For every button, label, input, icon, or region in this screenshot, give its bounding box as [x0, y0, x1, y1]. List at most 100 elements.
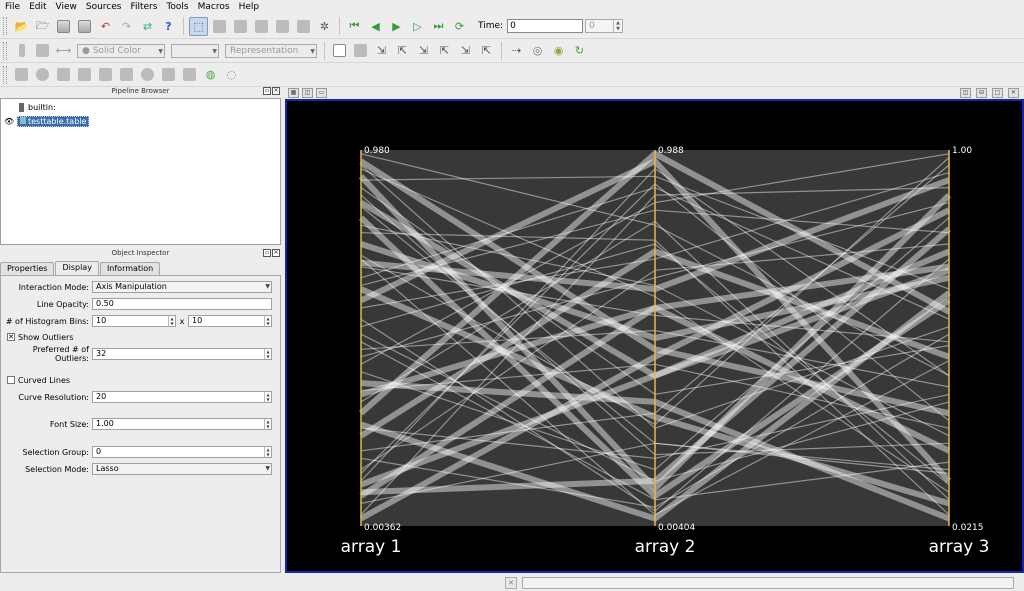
reset-camera-icon[interactable]	[330, 41, 349, 60]
tab-properties[interactable]: Properties	[0, 262, 55, 275]
curve-resolution-field[interactable]: 20 ▲ ▼	[92, 391, 272, 403]
extract-subset-icon[interactable]	[117, 65, 136, 84]
rotate-icon[interactable]: ⇢	[507, 41, 526, 60]
pipeline-tree[interactable]: builtin: 👁 testtable.table	[0, 98, 281, 245]
line-opacity-field[interactable]: 0.50	[92, 298, 272, 310]
menu-tools[interactable]: Tools	[161, 2, 192, 12]
split-horizontal-icon[interactable]: ◫	[960, 88, 971, 98]
load-state-icon[interactable]	[75, 17, 94, 36]
toolbar-grip[interactable]	[3, 65, 7, 84]
threshold-icon[interactable]	[96, 65, 115, 84]
close-view-icon[interactable]: ✕	[1008, 88, 1019, 98]
close-panel-icon[interactable]: ✕	[272, 249, 280, 257]
clip-icon[interactable]	[54, 65, 73, 84]
warp-icon[interactable]	[180, 65, 199, 84]
menu-macros[interactable]: Macros	[193, 2, 234, 12]
calculator-icon[interactable]	[12, 65, 31, 84]
view-plus-x-icon[interactable]: ⇲	[372, 41, 391, 60]
edit-color-map-icon[interactable]	[33, 41, 52, 60]
color-legend-icon[interactable]	[12, 41, 31, 60]
timestep-spinner[interactable]: 0 ▲ ▼	[585, 19, 624, 33]
spinner-arrows-icon[interactable]: ▲ ▼	[264, 419, 271, 429]
capture-icon[interactable]: ▭	[316, 88, 327, 98]
spinner-arrows-icon[interactable]: ▲ ▼	[613, 20, 622, 32]
spinner-arrows-icon[interactable]: ▲ ▼	[264, 349, 271, 359]
interaction-mode-select[interactable]: Axis Manipulation ▼	[92, 281, 272, 293]
view-settings-icon[interactable]: ▦	[288, 88, 299, 98]
histogram-bins-y-field[interactable]: 10 ▲ ▼	[188, 315, 272, 327]
eye-icon[interactable]: 👁	[4, 117, 16, 126]
pipeline-item[interactable]: 👁 testtable.table	[4, 115, 90, 127]
color-by-select[interactable]: ● Solid Color ▼	[77, 43, 165, 58]
first-frame-icon[interactable]: ⏮	[345, 17, 364, 36]
slice-icon[interactable]	[75, 65, 94, 84]
menu-file[interactable]: File	[0, 2, 24, 12]
save-state-icon[interactable]	[54, 17, 73, 36]
connect-server-icon[interactable]: ⇄	[138, 17, 157, 36]
font-size-field[interactable]: 1.00 ▲ ▼	[92, 418, 272, 430]
loop-icon[interactable]: ⟳	[450, 17, 469, 36]
stream-tracer-icon[interactable]	[159, 65, 178, 84]
pipeline-root[interactable]: builtin:	[19, 101, 56, 113]
zoom-to-data-icon[interactable]	[351, 41, 370, 60]
next-frame-icon[interactable]: ▷	[408, 17, 427, 36]
float-panel-icon[interactable]: ▫	[263, 87, 271, 95]
histogram-bins-x-field[interactable]: 10 ▲ ▼	[92, 315, 176, 327]
refresh-icon[interactable]: ↻	[570, 41, 589, 60]
curved-lines-label[interactable]: Curved Lines	[18, 376, 70, 385]
toolbar-grip[interactable]	[3, 41, 7, 60]
select-points-icon[interactable]	[231, 17, 250, 36]
pick-center-icon[interactable]: ✲	[315, 17, 334, 36]
curved-lines-checkbox[interactable]	[7, 376, 15, 384]
extract-level-icon[interactable]: ◌	[222, 65, 241, 84]
view-minus-z-icon[interactable]: ⇱	[477, 41, 496, 60]
time-input[interactable]: 0	[507, 19, 584, 33]
play-icon[interactable]: ▶	[387, 17, 406, 36]
contour-icon[interactable]	[33, 65, 52, 84]
spinner-arrows-icon[interactable]: ▲ ▼	[264, 447, 271, 457]
component-select[interactable]: ▼	[171, 43, 219, 58]
select-surface-icon[interactable]	[294, 17, 313, 36]
menu-view[interactable]: View	[51, 2, 81, 12]
menu-sources[interactable]: Sources	[81, 2, 126, 12]
menu-help[interactable]: Help	[234, 2, 264, 12]
spinner-arrows-icon[interactable]: ▲ ▼	[168, 316, 175, 326]
undo-icon[interactable]: ↶	[96, 17, 115, 36]
last-frame-icon[interactable]: ⏭	[429, 17, 448, 36]
view-minus-y-icon[interactable]: ⇱	[435, 41, 454, 60]
float-panel-icon[interactable]: ▫	[263, 249, 271, 257]
camera-redo-icon[interactable]: ◉	[549, 41, 568, 60]
select-block-icon[interactable]	[273, 17, 292, 36]
pipeline-item-testtable[interactable]: testtable.table	[17, 115, 90, 127]
view-plus-y-icon[interactable]: ⇲	[414, 41, 433, 60]
glyph-icon[interactable]	[138, 65, 157, 84]
open-folder-icon[interactable]: 🗁	[33, 17, 52, 36]
spinner-arrows-icon[interactable]: ▲ ▼	[264, 392, 271, 402]
interact-icon[interactable]: ⬚	[189, 16, 208, 36]
representation-select[interactable]: Representation ▼	[225, 43, 317, 58]
group-datasets-icon[interactable]: ◍	[201, 65, 220, 84]
select-cells-icon[interactable]	[210, 17, 229, 36]
maximize-view-icon[interactable]: □	[992, 88, 1003, 98]
camera-undo-icon[interactable]: ◎	[528, 41, 547, 60]
selection-group-field[interactable]: 0 ▲ ▼	[92, 446, 272, 458]
help-icon[interactable]: ?	[159, 17, 178, 36]
select-frustum-icon[interactable]	[252, 17, 271, 36]
abort-icon[interactable]: ✕	[505, 577, 517, 589]
menu-edit[interactable]: Edit	[24, 2, 50, 12]
open-file-icon[interactable]: 📂	[12, 17, 31, 36]
menu-filters[interactable]: Filters	[125, 2, 161, 12]
show-outliers-checkbox[interactable]: ✕	[7, 333, 15, 341]
selection-mode-select[interactable]: Lasso ▼	[92, 463, 272, 475]
show-outliers-label[interactable]: Show Outliers	[18, 333, 73, 342]
tab-information[interactable]: Information	[99, 262, 161, 275]
spinner-arrows-icon[interactable]: ▲ ▼	[264, 316, 271, 326]
redo-icon[interactable]: ↷	[117, 17, 136, 36]
toolbar-grip[interactable]	[3, 17, 7, 35]
view-plus-z-icon[interactable]: ⇲	[456, 41, 475, 60]
close-panel-icon[interactable]: ✕	[272, 87, 280, 95]
previous-frame-icon[interactable]: ◀	[366, 17, 385, 36]
tab-display[interactable]: Display	[55, 261, 99, 275]
preferred-outliers-field[interactable]: 32 ▲ ▼	[92, 348, 272, 360]
rescale-range-icon[interactable]: ⟷	[54, 41, 73, 60]
